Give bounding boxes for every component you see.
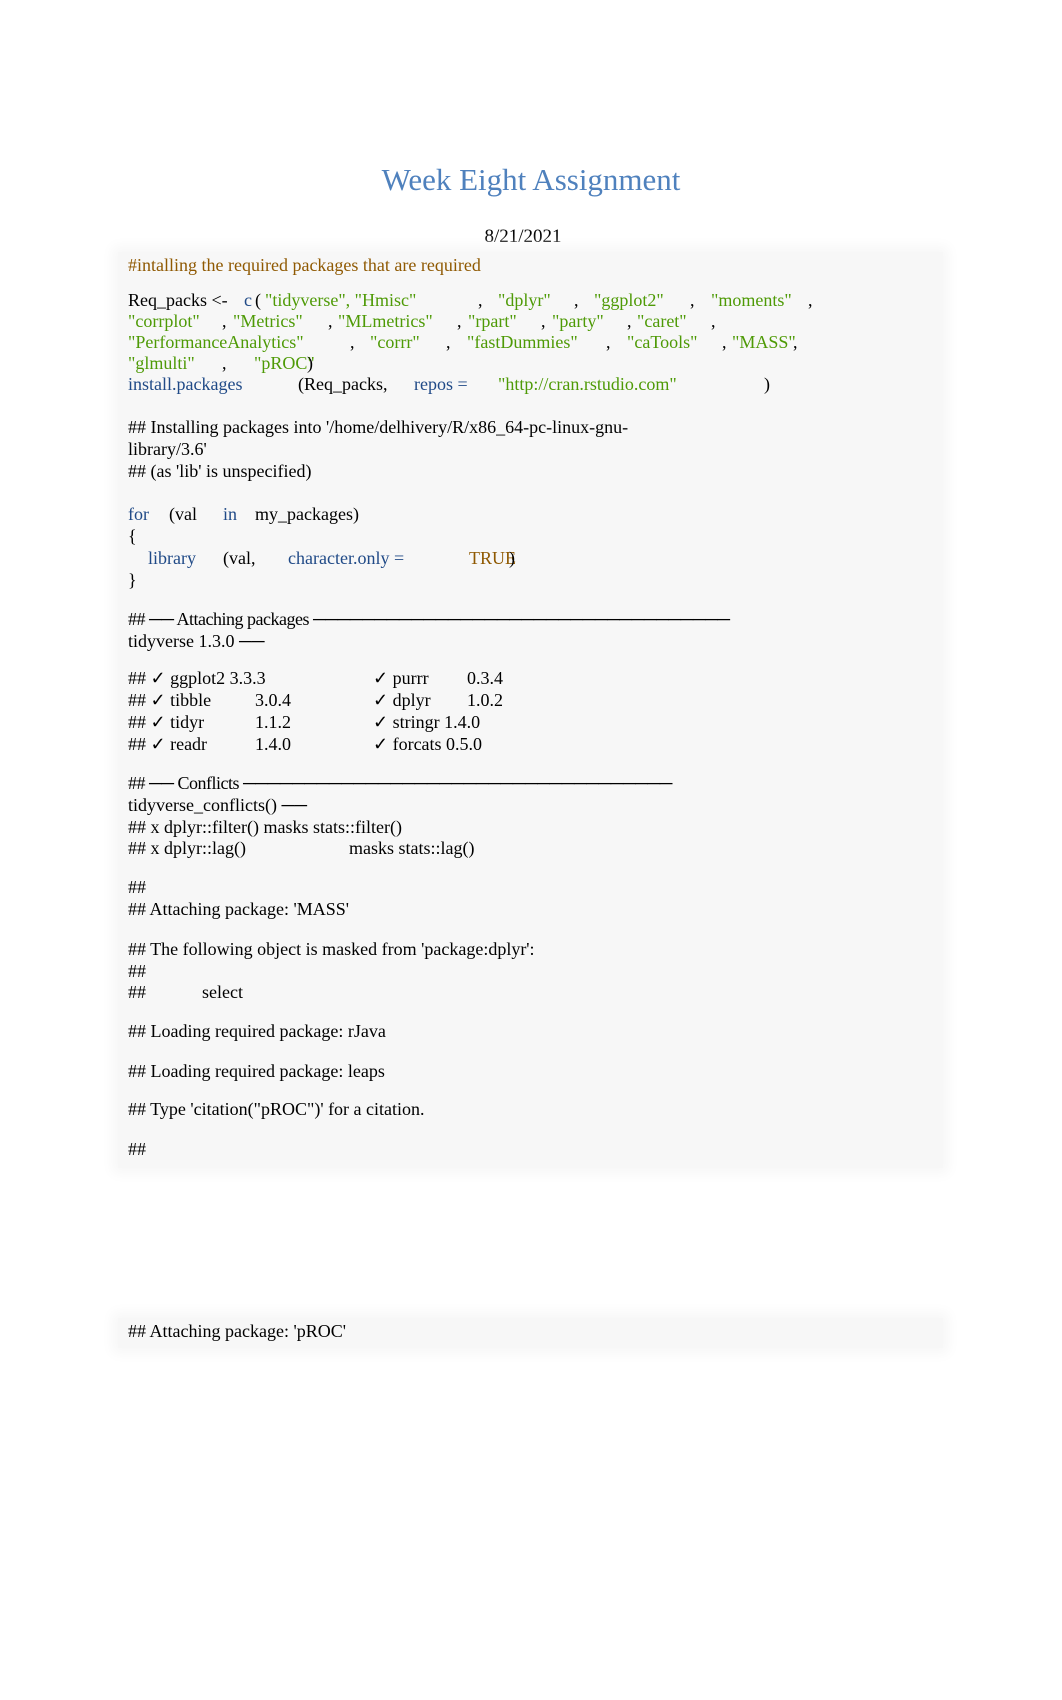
- comma: ,: [222, 311, 227, 331]
- pkg-string: "pROC": [254, 353, 315, 373]
- install-function: install.packages: [128, 374, 243, 394]
- comma: ,: [446, 332, 451, 352]
- pkg-string: "ggplot2": [594, 290, 664, 310]
- attached-pkg: ✓ purrr: [373, 668, 429, 688]
- attached-pkg: ## ✓ tibble: [128, 690, 212, 710]
- close-paren: ): [764, 374, 770, 394]
- close-paren: ): [509, 548, 515, 568]
- pkg-string: "glmulti": [128, 353, 195, 373]
- output-line: ##: [128, 877, 146, 897]
- comma: ,: [541, 311, 546, 331]
- pkg-string: "PerformanceAnalytics": [128, 332, 304, 352]
- pkg-string: "dplyr": [498, 290, 551, 310]
- repos-url: "http://cran.rstudio.com": [498, 374, 677, 394]
- attached-pkg-version: 1.0.2: [467, 690, 503, 710]
- output-line: ##: [128, 1139, 146, 1159]
- comma: ,: [574, 290, 579, 310]
- output-line: ##: [128, 982, 146, 1002]
- output-line: ## Loading required package: leaps: [128, 1061, 385, 1081]
- attached-pkg-version: 0.3.4: [467, 668, 503, 688]
- comma: ,: [350, 332, 355, 352]
- pkg-string: "corrplot": [128, 311, 200, 331]
- code-comment: #intalling the required packages that ar…: [128, 255, 481, 275]
- conflicts-header-cont: tidyverse_conflicts() ──: [128, 795, 307, 815]
- output-line: ##: [128, 961, 146, 981]
- output-line: ## Loading required package: rJava: [128, 1021, 386, 1041]
- comma: ,: [627, 311, 632, 331]
- conflict-line-right: masks stats::lag(): [349, 838, 475, 858]
- pkg-string: "caTools": [627, 332, 698, 352]
- conflict-line: ## x dplyr::filter() masks stats::filter…: [128, 817, 402, 837]
- assign-var: Req_packs <-: [128, 290, 228, 310]
- attached-pkg-version: 1.1.2: [255, 712, 291, 732]
- c-function: c: [244, 290, 252, 310]
- pkg-string: "corrr": [370, 332, 420, 352]
- conflicts-header: ## ── Conflicts ────────────────────────…: [128, 773, 672, 793]
- attached-pkg-version: 1.4.0: [255, 734, 291, 754]
- comma: ,: [722, 332, 727, 352]
- code-block: ## Attaching package: 'pROC': [118, 1318, 943, 1348]
- pkg-string: "caret": [637, 311, 687, 331]
- comma: ,: [690, 290, 695, 310]
- pkg-string: "fastDummies": [467, 332, 578, 352]
- comma: ,: [606, 332, 611, 352]
- attach-header: ## ── Attaching packages ───────────────…: [128, 609, 730, 629]
- close-paren: ): [307, 353, 313, 373]
- library-function: library: [148, 548, 196, 568]
- document-title: Week Eight Assignment: [381, 162, 681, 197]
- in-keyword: in: [223, 504, 238, 524]
- comma: ,: [328, 311, 333, 331]
- open-brace: {: [128, 526, 137, 546]
- attached-pkg: ✓ stringr 1.4.0: [373, 712, 481, 732]
- attached-pkg: ## ✓ tidyr: [128, 712, 205, 732]
- document-date: 8/21/2021: [484, 226, 562, 247]
- pkg-string: "tidyverse", "Hmisc": [265, 290, 417, 310]
- pkg-string: "party": [552, 311, 604, 331]
- pkg-string: "MLmetrics": [338, 311, 433, 331]
- pkg-string: "Metrics": [233, 311, 303, 331]
- output-line: ## Type 'citation("pROC")' for a citatio…: [128, 1099, 425, 1119]
- output-line: ## Installing packages into '/home/delhi…: [128, 417, 629, 437]
- comma: ,: [222, 353, 227, 373]
- output-line: ## (as 'lib' is unspecified): [128, 461, 312, 481]
- output-line: ## Attaching package: 'MASS': [128, 899, 349, 919]
- for-iter: my_packages): [255, 504, 359, 524]
- comma: ,: [793, 332, 798, 352]
- pkg-string: "MASS": [732, 332, 796, 352]
- attach-header-cont: tidyverse 1.3.0 ──: [128, 631, 265, 651]
- output-line: ## The following object is masked from '…: [128, 939, 535, 959]
- open-paren: (: [255, 290, 261, 310]
- comma: ,: [808, 290, 813, 310]
- character-only-arg: character.only =: [288, 548, 405, 568]
- attached-pkg: ✓ dplyr: [373, 690, 431, 710]
- close-brace: }: [128, 570, 137, 590]
- attached-pkg-version: 3.0.4: [255, 690, 291, 710]
- conflict-line: ## x dplyr::lag(): [128, 838, 246, 858]
- pkg-string: "rpart": [468, 311, 517, 331]
- code-block: #intalling the required packages that ar…: [118, 252, 943, 1168]
- output-line: library/3.6': [128, 439, 207, 459]
- pkg-string: "moments": [711, 290, 792, 310]
- output-line: ## Attaching package: 'pROC': [128, 1321, 346, 1341]
- attached-pkg: ## ✓ ggplot2 3.3.3: [128, 668, 266, 688]
- for-keyword: for: [128, 504, 149, 524]
- masked-object: select: [202, 982, 243, 1002]
- attached-pkg: ## ✓ readr: [128, 734, 208, 754]
- attached-pkg: ✓ forcats 0.5.0: [373, 734, 483, 754]
- library-arg: (val,: [223, 548, 256, 568]
- repos-keyword: repos =: [414, 374, 468, 394]
- comma: ,: [711, 311, 716, 331]
- for-var: (val: [169, 504, 197, 524]
- comma: ,: [478, 290, 483, 310]
- install-arg: (Req_packs,: [298, 374, 388, 394]
- comma: ,: [457, 311, 462, 331]
